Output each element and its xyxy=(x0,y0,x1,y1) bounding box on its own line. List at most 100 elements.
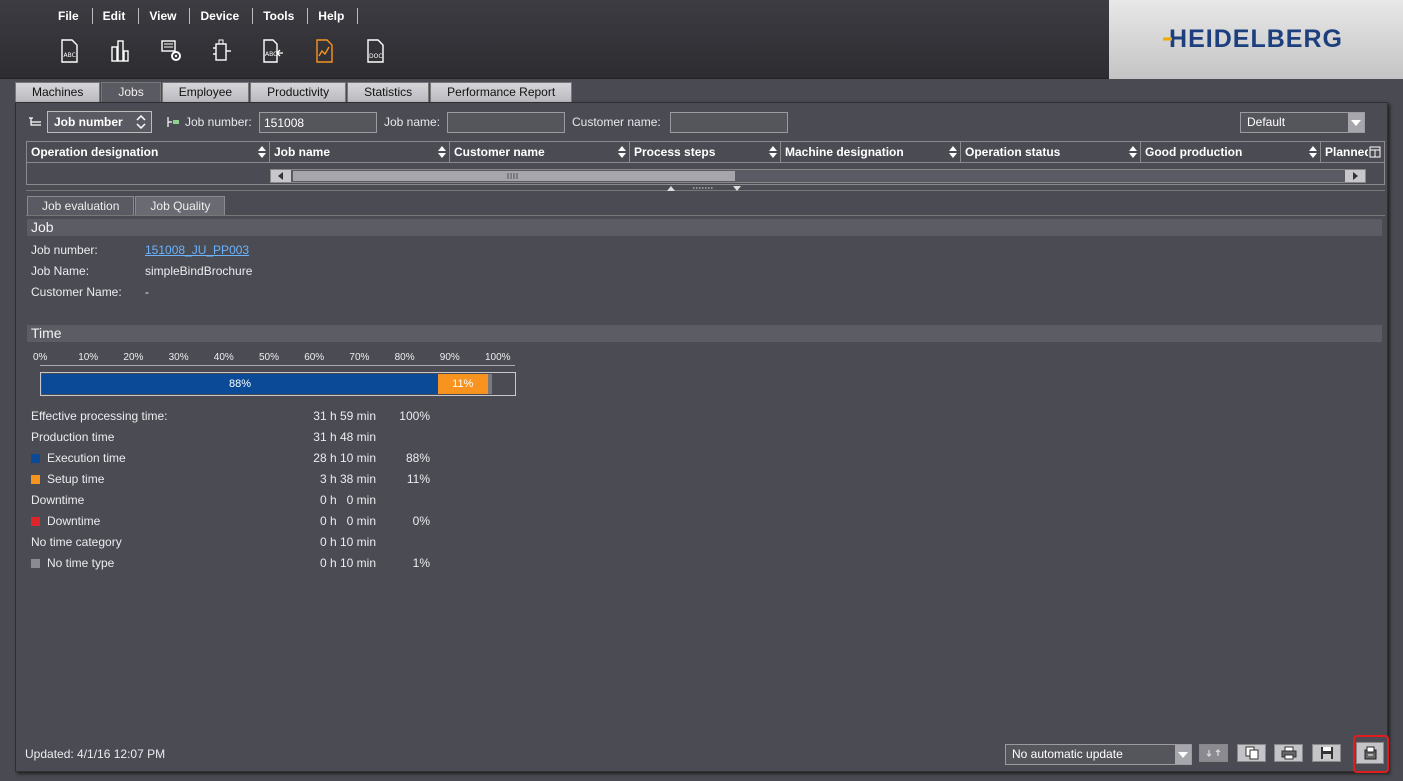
tab-machines[interactable]: Machines xyxy=(15,82,101,102)
customer-name-label: Customer name: xyxy=(572,115,661,129)
color-swatch xyxy=(31,475,40,484)
save-button[interactable] xyxy=(1312,744,1341,762)
menu-view[interactable]: View xyxy=(139,8,191,24)
report-abc-button[interactable]: ABC xyxy=(54,38,84,64)
column-label: Operation status xyxy=(965,145,1061,159)
sort-icon xyxy=(949,146,957,158)
search-type-value: Job number xyxy=(54,115,123,129)
time-row-percent: 11% xyxy=(406,472,430,486)
scroll-thumb[interactable] xyxy=(293,171,735,181)
time-row-label: No time type xyxy=(47,556,115,570)
job-number-link[interactable]: 151008_JU_PP003 xyxy=(145,243,249,257)
chevron-down-icon xyxy=(1175,745,1191,764)
logo-cross-icon xyxy=(1163,37,1173,41)
column-header-job-name[interactable]: Job name xyxy=(270,142,450,163)
copy-button[interactable] xyxy=(1237,744,1266,762)
time-row: No time category 0 h 10 min xyxy=(31,535,431,551)
menu-device[interactable]: Device xyxy=(190,8,254,24)
menu-file[interactable]: File xyxy=(48,8,93,24)
color-swatch xyxy=(31,517,40,526)
printer-icon xyxy=(1281,746,1296,760)
horizontal-scrollbar[interactable] xyxy=(270,169,1366,183)
time-row-duration: 28 h 10 min xyxy=(313,451,376,465)
machine-chart-icon xyxy=(111,40,129,62)
customer-name-input[interactable] xyxy=(670,112,788,133)
highlight-box xyxy=(1353,735,1389,773)
column-label: Job name xyxy=(274,145,331,159)
search-type-select[interactable]: Job number xyxy=(47,111,152,133)
time-row-duration: 31 h 48 min xyxy=(313,430,376,444)
time-row-duration: 31 h 59 min xyxy=(313,409,376,423)
menu-edit[interactable]: Edit xyxy=(93,8,140,24)
sort-icon xyxy=(618,146,626,158)
time-bar: 88% 11% xyxy=(40,372,516,396)
scale-tick-label: 60% xyxy=(304,352,325,363)
up-down-arrows-icon xyxy=(136,115,146,129)
divider xyxy=(26,215,1385,216)
table-header: Operation designation Job name Customer … xyxy=(27,142,1384,163)
column-header-operation-status[interactable]: Operation status xyxy=(961,142,1141,163)
column-header-good-production[interactable]: Good production xyxy=(1141,142,1321,163)
import-abc-button[interactable]: ABC xyxy=(258,38,288,64)
tab-jobs[interactable]: Jobs xyxy=(101,82,161,102)
machine-config-icon xyxy=(213,39,231,61)
column-header-customer-name[interactable]: Customer name xyxy=(450,142,630,163)
tab-productivity[interactable]: Productivity xyxy=(250,82,347,102)
column-header-machine-designation[interactable]: Machine designation xyxy=(781,142,961,163)
time-row-percent: 88% xyxy=(405,451,430,465)
refresh-icon xyxy=(1206,749,1220,757)
job-number-detail-label: Job number: xyxy=(31,243,98,257)
job-number-input[interactable] xyxy=(259,112,377,133)
copy-icon xyxy=(1245,746,1258,760)
tree-icon xyxy=(29,117,41,126)
scale-tick-label: 80% xyxy=(394,352,415,363)
menu-help[interactable]: Help xyxy=(308,8,359,24)
column-header-planned[interactable]: Planned xyxy=(1321,142,1368,163)
time-row-label: Downtime xyxy=(31,493,85,507)
export-doc-button[interactable]: DOC xyxy=(360,38,390,64)
time-scale: 0% 10% 20% 30% 40% 50% 60% 70% 80% 90% 100% xyxy=(33,352,513,364)
scale-tick-label: 90% xyxy=(439,352,460,363)
time-row-duration: 3 h 38 min xyxy=(319,472,376,486)
update-mode-select[interactable]: No automatic update xyxy=(1005,744,1192,765)
evaluation-button[interactable] xyxy=(309,38,339,64)
scale-tick-label: 20% xyxy=(123,352,144,363)
time-row-percent: 100% xyxy=(399,409,430,423)
menu-tools[interactable]: Tools xyxy=(253,8,309,24)
view-preset-value: Default xyxy=(1247,115,1286,129)
tab-statistics[interactable]: Statistics xyxy=(347,82,430,102)
job-name-input[interactable] xyxy=(447,112,565,133)
column-chooser-icon[interactable] xyxy=(1369,146,1381,158)
filter-icon xyxy=(167,117,179,127)
view-preset-select[interactable]: Default xyxy=(1240,112,1365,133)
sort-icon xyxy=(438,146,446,158)
sort-icon xyxy=(1129,146,1137,158)
tab-job-quality[interactable]: Job Quality xyxy=(135,196,226,216)
column-header-process-steps[interactable]: Process steps xyxy=(630,142,781,163)
column-header-operation-designation[interactable]: Operation designation xyxy=(27,142,270,163)
sub-tabs: Job evaluation Job Quality xyxy=(27,196,226,216)
scroll-right-button[interactable] xyxy=(1345,170,1365,182)
column-label: Customer name xyxy=(454,145,545,159)
time-row-label: Production time xyxy=(31,430,115,444)
time-row-duration: 0 h 0 min xyxy=(319,514,376,528)
scroll-left-button[interactable] xyxy=(271,170,291,182)
time-row-label: Downtime xyxy=(47,514,101,528)
job-name-label: Job name: xyxy=(384,115,441,129)
device-settings-icon xyxy=(161,40,181,61)
tab-job-evaluation[interactable]: Job evaluation xyxy=(27,196,135,216)
tab-performance-report[interactable]: Performance Report xyxy=(430,82,573,102)
color-swatch xyxy=(31,559,40,568)
sort-icon xyxy=(769,146,777,158)
print-button[interactable] xyxy=(1274,744,1303,762)
job-name-detail-label: Job Name: xyxy=(31,264,90,278)
machine-chart-button[interactable] xyxy=(105,38,135,64)
tab-employee[interactable]: Employee xyxy=(161,82,250,102)
import-abc-icon: ABC xyxy=(263,39,283,63)
panel-splitter[interactable] xyxy=(26,185,1385,191)
machine-config-button[interactable] xyxy=(207,38,237,64)
time-row-percent: 1% xyxy=(412,556,430,570)
refresh-button[interactable] xyxy=(1199,744,1228,762)
device-settings-button[interactable] xyxy=(156,38,186,64)
time-row: Production time 31 h 48 min xyxy=(31,430,431,446)
